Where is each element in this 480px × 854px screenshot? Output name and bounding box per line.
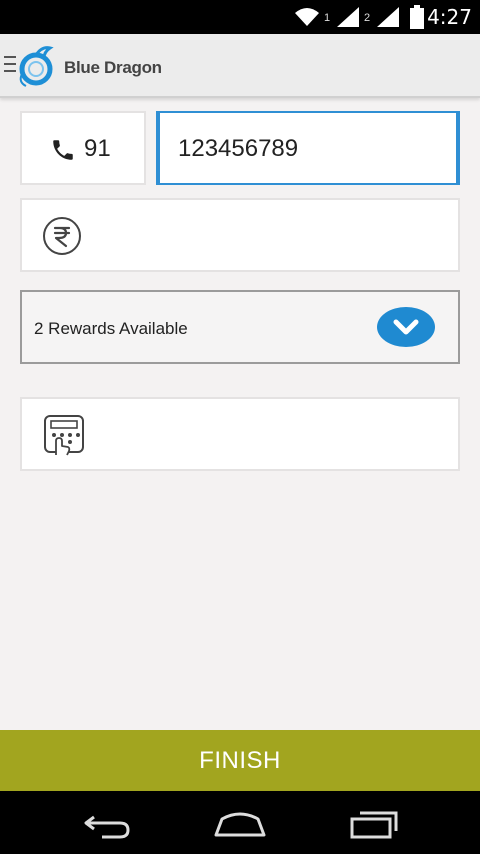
- recents-icon[interactable]: [346, 809, 402, 839]
- signal-icon: [377, 7, 399, 27]
- amount-input[interactable]: [20, 198, 460, 272]
- sim2-label: 2: [364, 12, 371, 24]
- phone-number-value: 123456789: [178, 135, 299, 162]
- finish-button[interactable]: FINISH: [0, 730, 480, 791]
- home-icon[interactable]: [212, 809, 268, 839]
- status-bar: 1 2 4:27: [0, 0, 480, 34]
- phone-number-input[interactable]: 123456789: [156, 111, 460, 185]
- keypad-icon: [44, 415, 84, 456]
- country-code-value: 91: [84, 135, 111, 162]
- battery-icon: [410, 5, 424, 29]
- sim1-label: 1: [324, 12, 331, 24]
- back-icon[interactable]: [80, 809, 136, 839]
- phone-icon: [53, 140, 73, 160]
- app-bar: Blue Dragon: [0, 34, 480, 98]
- clock: 4:27: [427, 5, 472, 29]
- navigation-bar: [0, 791, 480, 854]
- country-code-field[interactable]: 91: [20, 111, 146, 185]
- dragon-logo-icon: [19, 46, 54, 87]
- signal-icon: [337, 7, 359, 27]
- rewards-dropdown[interactable]: 2 Rewards Available: [20, 290, 460, 364]
- app-title: Blue Dragon: [64, 58, 162, 77]
- rewards-label: 2 Rewards Available: [34, 319, 188, 338]
- wifi-icon: [295, 8, 319, 26]
- chevron-down-icon[interactable]: [376, 306, 436, 348]
- code-entry-input[interactable]: [20, 397, 460, 471]
- rupee-icon: [43, 217, 81, 255]
